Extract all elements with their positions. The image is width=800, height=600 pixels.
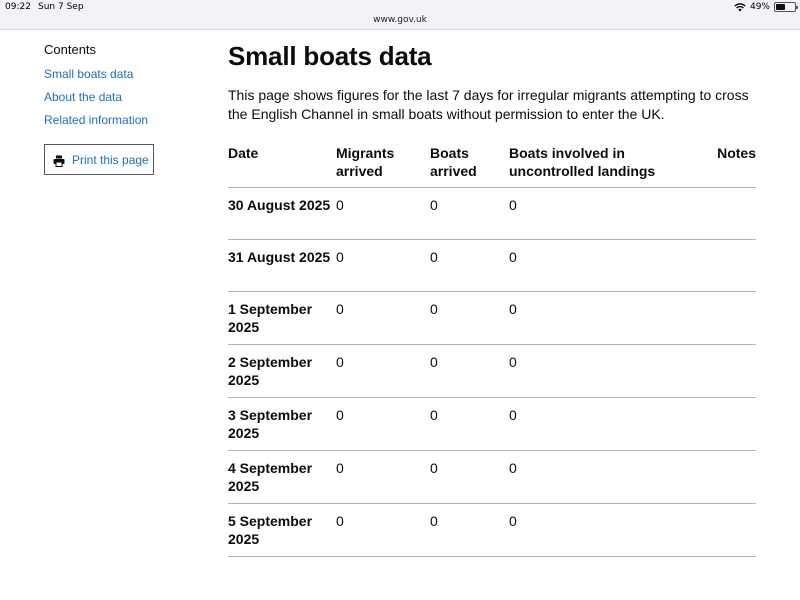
contents-item: Related information xyxy=(44,111,214,129)
table-row: 31 August 2025 0 0 0 xyxy=(228,239,756,292)
cell-uncontrolled: 0 xyxy=(509,344,677,398)
cell-notes xyxy=(677,397,756,451)
cell-date: 31 August 2025 xyxy=(228,239,336,292)
contents-link-small-boats-data[interactable]: Small boats data xyxy=(44,67,133,82)
contents-sidebar: Contents Small boats data About the data… xyxy=(44,42,214,175)
cell-date: 30 August 2025 xyxy=(228,187,336,240)
header-boats-arrived: Boats arrived xyxy=(430,139,509,188)
contents-link-about-the-data[interactable]: About the data xyxy=(44,90,122,105)
cell-migrants: 0 xyxy=(336,291,430,345)
table-row: 5 September 2025 0 0 0 xyxy=(228,503,756,557)
cell-notes xyxy=(677,503,756,557)
page-lede: This page shows figures for the last 7 d… xyxy=(228,87,749,122)
small-boats-table: Date Migrants arrived Boats arrived Boat… xyxy=(228,139,756,557)
contents-link-related-information[interactable]: Related information xyxy=(44,113,148,128)
cell-boats: 0 xyxy=(430,239,509,292)
main-content: Small boats data This page shows figures… xyxy=(228,40,756,557)
table-header-row: Date Migrants arrived Boats arrived Boat… xyxy=(228,139,756,188)
contents-list: Small boats data About the data Related … xyxy=(44,65,214,129)
contents-item: About the data xyxy=(44,88,214,106)
cell-date: 2 September 2025 xyxy=(228,344,336,398)
cell-notes xyxy=(677,239,756,292)
table-row: 4 September 2025 0 0 0 xyxy=(228,450,756,504)
cell-migrants: 0 xyxy=(336,187,430,240)
cell-boats: 0 xyxy=(430,291,509,345)
cell-notes xyxy=(677,187,756,240)
cell-migrants: 0 xyxy=(336,344,430,398)
cell-boats: 0 xyxy=(430,450,509,504)
print-button-label: Print this page xyxy=(72,152,149,167)
cell-date: 1 September 2025 xyxy=(228,291,336,345)
cell-uncontrolled: 0 xyxy=(509,291,677,345)
table-row: 1 September 2025 0 0 0 xyxy=(228,291,756,345)
header-uncontrolled-landings: Boats involved in uncontrolled landings xyxy=(509,139,677,188)
header-migrants-arrived: Migrants arrived xyxy=(336,139,430,188)
cell-uncontrolled: 0 xyxy=(509,397,677,451)
cell-boats: 0 xyxy=(430,344,509,398)
cell-boats: 0 xyxy=(430,187,509,240)
cell-notes xyxy=(677,344,756,398)
cell-uncontrolled: 0 xyxy=(509,450,677,504)
cell-date: 5 September 2025 xyxy=(228,503,336,557)
cell-notes xyxy=(677,450,756,504)
cell-migrants: 0 xyxy=(336,503,430,557)
cell-migrants: 0 xyxy=(336,239,430,292)
cell-uncontrolled: 0 xyxy=(509,239,677,292)
url-bar[interactable]: www.gov.uk xyxy=(0,15,800,25)
battery-percent: 49% xyxy=(749,2,770,12)
cell-date: 3 September 2025 xyxy=(228,397,336,451)
status-date: Sun 7 Sep xyxy=(38,2,84,12)
cell-date: 4 September 2025 xyxy=(228,450,336,504)
printer-icon xyxy=(53,154,65,167)
cell-migrants: 0 xyxy=(336,450,430,504)
cell-notes xyxy=(677,291,756,345)
cell-boats: 0 xyxy=(430,397,509,451)
table-row: 2 September 2025 0 0 0 xyxy=(228,344,756,398)
contents-heading: Contents xyxy=(44,42,97,57)
cell-boats: 0 xyxy=(430,503,509,557)
battery-icon xyxy=(774,2,798,12)
status-bar: 09:22 Sun 7 Sep www.gov.uk 49% xyxy=(0,0,800,30)
wifi-icon xyxy=(734,2,746,12)
print-button[interactable]: Print this page xyxy=(44,144,154,175)
cell-uncontrolled: 0 xyxy=(509,503,677,557)
cell-migrants: 0 xyxy=(336,397,430,451)
cell-uncontrolled: 0 xyxy=(509,187,677,240)
header-date: Date xyxy=(228,139,336,188)
header-notes: Notes xyxy=(677,139,756,188)
table-row: 3 September 2025 0 0 0 xyxy=(228,397,756,451)
table-row: 30 August 2025 0 0 0 xyxy=(228,187,756,240)
page-title: Small boats data xyxy=(228,41,432,71)
status-time: 09:22 xyxy=(5,2,31,12)
status-right: 49% xyxy=(734,2,798,12)
contents-item: Small boats data xyxy=(44,65,214,83)
